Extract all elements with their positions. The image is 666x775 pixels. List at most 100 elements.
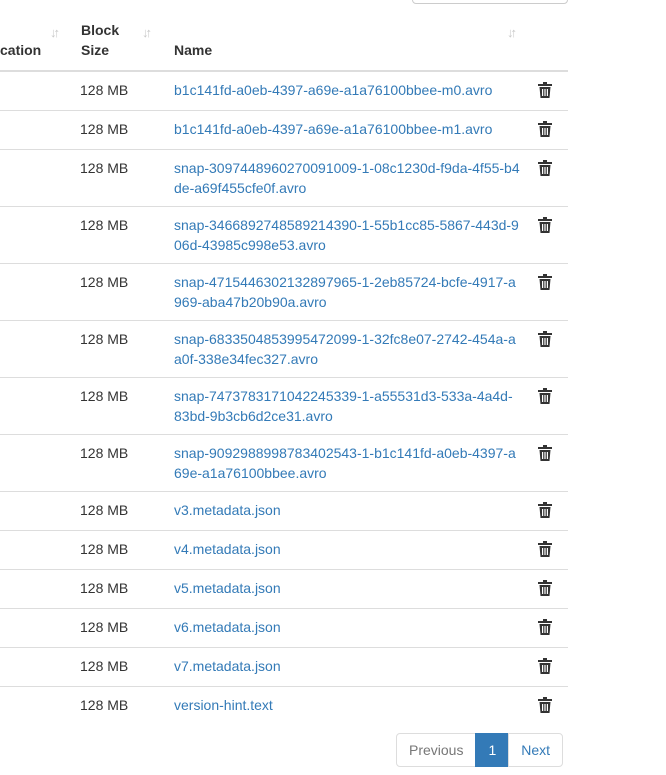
- location-cell: [0, 530, 68, 570]
- trash-icon[interactable]: [538, 619, 552, 635]
- search-input[interactable]: [412, 0, 568, 4]
- block-size-value: 128 MB: [80, 445, 129, 461]
- block-size-cell: 128 MB: [68, 70, 150, 111]
- actions-cell: [520, 530, 568, 570]
- name-column-header[interactable]: Name ↓↑: [150, 14, 520, 72]
- block-size-cell: 128 MB: [68, 686, 150, 725]
- previous-page-button[interactable]: Previous: [396, 733, 477, 767]
- file-name-link[interactable]: snap-3466892748589214390-1-55b1cc85-5867…: [150, 215, 520, 255]
- actions-column-header: [520, 14, 568, 72]
- table-header-row: cation ↓↑ Block Size ↓↑ Name ↓↑: [0, 14, 568, 72]
- file-name-cell: version-hint.text: [150, 686, 520, 725]
- block-size-cell: 128 MB: [68, 149, 150, 207]
- table-row: 128 MB b1c141fd-a0eb-4397-a69e-a1a76100bb…: [0, 70, 568, 111]
- trash-icon[interactable]: [538, 217, 552, 233]
- name-header-label: Name: [174, 42, 213, 58]
- block-size-cell: 128 MB: [68, 320, 150, 378]
- actions-cell: [520, 608, 568, 648]
- file-name-link[interactable]: version-hint.text: [150, 695, 520, 715]
- file-name-link[interactable]: snap-6833504853995472099-1-32fc8e07-2742…: [150, 329, 520, 369]
- block-size-value: 128 MB: [80, 697, 129, 713]
- page-1-button[interactable]: 1: [475, 733, 510, 767]
- file-name-cell: snap-3466892748589214390-1-55b1cc85-5867…: [150, 206, 520, 264]
- sort-icon[interactable]: ↓↑: [507, 23, 517, 43]
- file-name-cell: v5.metadata.json: [150, 569, 520, 609]
- file-name-cell: v3.metadata.json: [150, 491, 520, 531]
- file-name-cell: v7.metadata.json: [150, 647, 520, 687]
- actions-cell: [520, 569, 568, 609]
- block-size-cell: 128 MB: [68, 110, 150, 150]
- file-name-link[interactable]: b1c141fd-a0eb-4397-a69e-a1a76100bbee-m1.…: [150, 119, 520, 139]
- trash-icon[interactable]: [538, 274, 552, 290]
- table-row: 128 MB snap-6833504853995472099-1-32fc8e0…: [0, 320, 568, 378]
- file-name-link[interactable]: v6.metadata.json: [150, 617, 520, 637]
- trash-icon[interactable]: [538, 121, 552, 137]
- block-size-cell: 128 MB: [68, 377, 150, 435]
- location-cell: [0, 686, 68, 725]
- file-name-link[interactable]: v4.metadata.json: [150, 539, 520, 559]
- table-row: 128 MB version-hint.text: [0, 686, 568, 725]
- trash-icon[interactable]: [538, 580, 552, 596]
- table-row: 128 MB v3.metadata.json: [0, 491, 568, 531]
- block-size-cell: 128 MB: [68, 206, 150, 264]
- file-name-link[interactable]: snap-4715446302132897965-1-2eb85724-bcfe…: [150, 272, 520, 312]
- file-name-link[interactable]: v5.metadata.json: [150, 578, 520, 598]
- table-row: 128 MB snap-3466892748589214390-1-55b1cc8…: [0, 206, 568, 264]
- actions-cell: [520, 491, 568, 531]
- trash-icon[interactable]: [538, 388, 552, 404]
- actions-cell: [520, 320, 568, 378]
- file-table: cation ↓↑ Block Size ↓↑ Name ↓↑ 128 MB b1…: [0, 14, 568, 725]
- file-name-cell: snap-7473783171042245339-1-a55531d3-533a…: [150, 377, 520, 435]
- sort-icon[interactable]: ↓↑: [50, 23, 60, 43]
- file-name-link[interactable]: snap-7473783171042245339-1-a55531d3-533a…: [150, 386, 520, 426]
- block-size-cell: 128 MB: [68, 530, 150, 570]
- trash-icon[interactable]: [538, 331, 552, 347]
- trash-icon[interactable]: [538, 541, 552, 557]
- trash-icon[interactable]: [538, 82, 552, 98]
- table-row: 128 MB snap-9092988998783402543-1-b1c141f…: [0, 434, 568, 492]
- table-row: 128 MB snap-7473783171042245339-1-a55531d…: [0, 377, 568, 435]
- location-cell: [0, 320, 68, 378]
- file-name-cell: snap-3097448960270091009-1-08c1230d-f9da…: [150, 149, 520, 207]
- file-name-link[interactable]: snap-3097448960270091009-1-08c1230d-f9da…: [150, 158, 520, 198]
- location-cell: [0, 263, 68, 321]
- location-column-header[interactable]: cation ↓↑: [0, 14, 68, 72]
- trash-icon[interactable]: [538, 445, 552, 461]
- trash-icon[interactable]: [538, 502, 552, 518]
- block-size-value: 128 MB: [80, 274, 129, 290]
- block-size-cell: 128 MB: [68, 491, 150, 531]
- table-row: 128 MB b1c141fd-a0eb-4397-a69e-a1a76100bb…: [0, 110, 568, 150]
- block-size-cell: 128 MB: [68, 569, 150, 609]
- trash-icon[interactable]: [538, 697, 552, 713]
- file-name-link[interactable]: v3.metadata.json: [150, 500, 520, 520]
- actions-cell: [520, 149, 568, 207]
- block-size-column-header[interactable]: Block Size ↓↑: [68, 14, 152, 72]
- block-size-value: 128 MB: [80, 388, 129, 404]
- file-name-link[interactable]: b1c141fd-a0eb-4397-a69e-a1a76100bbee-m0.…: [150, 80, 520, 100]
- file-name-link[interactable]: snap-9092988998783402543-1-b1c141fd-a0eb…: [150, 443, 520, 483]
- location-cell: [0, 434, 68, 492]
- block-size-cell: 128 MB: [68, 647, 150, 687]
- location-cell: [0, 70, 68, 111]
- block-size-value: 128 MB: [80, 502, 129, 518]
- file-name-cell: b1c141fd-a0eb-4397-a69e-a1a76100bbee-m1.…: [150, 110, 520, 150]
- table-row: 128 MB snap-4715446302132897965-1-2eb8572…: [0, 263, 568, 321]
- location-header-label: cation: [0, 42, 42, 58]
- file-name-link[interactable]: v7.metadata.json: [150, 656, 520, 676]
- next-page-button[interactable]: Next: [508, 733, 564, 767]
- block-size-header-label: Block Size: [81, 22, 120, 58]
- trash-icon[interactable]: [538, 160, 552, 176]
- location-cell: [0, 149, 68, 207]
- block-size-cell: 128 MB: [68, 434, 150, 492]
- sort-icon[interactable]: ↓↑: [142, 23, 152, 43]
- actions-cell: [520, 110, 568, 150]
- actions-cell: [520, 686, 568, 725]
- pagination: Previous 1 Next: [396, 733, 564, 767]
- location-cell: [0, 647, 68, 687]
- block-size-cell: 128 MB: [68, 263, 150, 321]
- block-size-value: 128 MB: [80, 121, 129, 137]
- actions-cell: [520, 263, 568, 321]
- trash-icon[interactable]: [538, 658, 552, 674]
- actions-cell: [520, 377, 568, 435]
- block-size-value: 128 MB: [80, 217, 129, 233]
